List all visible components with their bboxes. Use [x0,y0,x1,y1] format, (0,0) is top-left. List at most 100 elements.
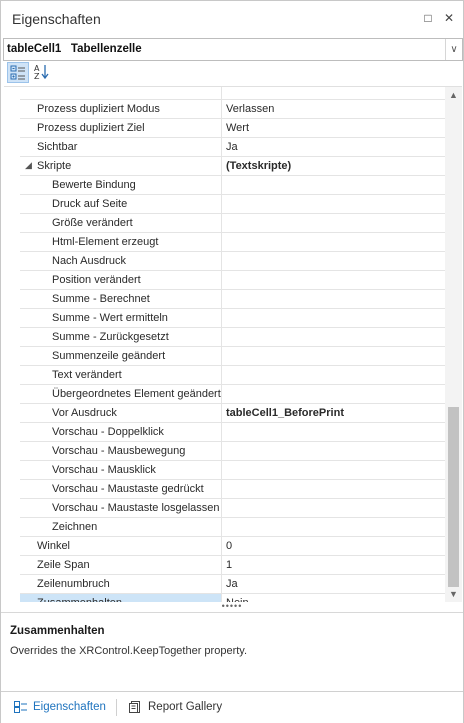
property-name[interactable]: Sichtbar [20,138,222,157]
property-value[interactable]: (Textskripte) [223,157,445,176]
property-name[interactable]: Zeichnen [20,518,222,537]
table-row[interactable]: Zeichnen [4,518,445,537]
description-text: Overrides the XRControl.KeepTogether pro… [10,645,248,657]
vertical-scrollbar[interactable]: ▲ ▼ [445,87,462,602]
scroll-down-icon[interactable]: ▼ [445,586,462,602]
table-row[interactable]: Zeile Span 1 [4,556,445,575]
property-name[interactable]: Zeilenumbruch [20,575,222,594]
table-row[interactable]: Bewerte Bindung [4,176,445,195]
property-name[interactable]: Vor Ausdruck [20,404,222,423]
table-row[interactable]: Summe - Wert ermitteln [4,309,445,328]
table-row[interactable]: Übergeordnetes Element geändert [4,385,445,404]
properties-panel: Eigenschaften □ ✕ tableCell1 Tabellenzel… [0,0,464,723]
table-row[interactable]: Html-Element erzeugt [4,233,445,252]
table-row[interactable]: Summe - Zurückgesetzt [4,328,445,347]
property-name[interactable]: Zusammenhalten [20,594,222,602]
property-value[interactable] [223,271,445,290]
table-row[interactable]: Vorschau - Maustaste losgelassen [4,499,445,518]
property-value[interactable] [223,480,445,499]
property-name[interactable]: Summenzeile geändert [20,347,222,366]
property-name[interactable]: Übergeordnetes Element geändert [20,385,222,404]
property-value[interactable] [223,214,445,233]
categorized-icon [10,65,25,80]
table-row[interactable]: Zeilenumbruch Ja [4,575,445,594]
table-row[interactable]: Prozess dupliziert Modus Verlassen [4,100,445,119]
property-name[interactable]: Vorschau - Mausbewegung [20,442,222,461]
property-name[interactable]: Summe - Wert ermitteln [20,309,222,328]
property-value[interactable]: Ja [223,138,445,157]
property-name[interactable]: Vorschau - Maustaste gedrückt [20,480,222,499]
property-value[interactable]: Ja [223,575,445,594]
property-value[interactable]: Wert [223,119,445,138]
property-value[interactable] [223,252,445,271]
scroll-up-icon[interactable]: ▲ [445,87,462,103]
property-value[interactable]: 1 [223,556,445,575]
property-name[interactable]: Summe - Zurückgesetzt [20,328,222,347]
maximize-icon[interactable]: □ [421,11,435,25]
property-value[interactable]: 0 [223,537,445,556]
property-name[interactable]: Bewerte Bindung [20,176,222,195]
table-row[interactable]: Vorschau - Doppelklick [4,423,445,442]
property-name[interactable]: Prozess dupliziert Modus [20,100,222,119]
table-row[interactable]: Sichtbar Ja [4,138,445,157]
table-row[interactable]: Winkel 0 [4,537,445,556]
property-value[interactable] [223,366,445,385]
alphabetical-sort-button[interactable]: A Z [31,62,53,83]
property-name[interactable]: Druck auf Seite [20,195,222,214]
property-name[interactable]: Prozess dupliziert Ziel [20,119,222,138]
sort-az-icon: A Z [34,64,49,81]
property-value[interactable] [223,499,445,518]
table-row[interactable]: Vorschau - Mausklick [4,461,445,480]
table-row[interactable]: Druck auf Seite [4,195,445,214]
property-name[interactable]: Vorschau - Doppelklick [20,423,222,442]
description-splitter[interactable]: ••••• [1,602,463,612]
property-name[interactable]: Position verändert [20,271,222,290]
property-name[interactable]: Zeile Span [20,556,222,575]
svg-text:Z: Z [34,72,40,81]
property-name[interactable]: Größe verändert [20,214,222,233]
property-name[interactable]: Skripte [20,157,222,176]
table-row[interactable]: Vorschau - Maustaste gedrückt [4,480,445,499]
table-row[interactable]: Größe verändert [4,214,445,233]
table-row[interactable]: Text verändert [4,366,445,385]
property-value[interactable]: Nein [223,594,445,602]
property-value[interactable] [223,309,445,328]
property-value[interactable] [223,461,445,480]
collapse-icon[interactable]: ◢ [25,160,32,171]
property-name[interactable]: Nach Ausdruck [20,252,222,271]
property-value[interactable] [223,423,445,442]
panel-title: Eigenschaften [12,11,101,27]
property-name[interactable]: Winkel [20,537,222,556]
table-row[interactable]: Prozess dupliziert Ziel Wert [4,119,445,138]
property-name[interactable]: Vorschau - Mausklick [20,461,222,480]
property-name[interactable]: Text verändert [20,366,222,385]
property-value[interactable] [223,328,445,347]
object-selector-dropdown[interactable]: tableCell1 Tabellenzelle ∨ [3,38,463,61]
table-row[interactable]: Summe - Berechnet [4,290,445,309]
property-name[interactable]: Vorschau - Maustaste losgelassen [20,499,222,518]
scrollbar-thumb[interactable] [448,407,459,587]
property-value[interactable]: tableCell1_BeforePrint [223,404,445,423]
property-name[interactable]: Html-Element erzeugt [20,233,222,252]
table-row[interactable]: ◢ Skripte (Textskripte) [4,157,445,176]
chevron-down-icon[interactable]: ∨ [445,39,462,60]
property-value[interactable] [223,347,445,366]
property-value[interactable] [223,290,445,309]
property-value[interactable] [223,195,445,214]
property-value[interactable] [223,518,445,537]
description-title: Zusammenhalten [10,625,105,637]
table-row[interactable]: Vor Ausdruck tableCell1_BeforePrint [4,404,445,423]
bottom-tab-bar: Eigenschaften Report Gallery [1,691,463,723]
table-row[interactable]: Position verändert [4,271,445,290]
table-row[interactable]: Nach Ausdruck [4,252,445,271]
close-icon[interactable]: ✕ [442,11,456,25]
table-row[interactable]: Summenzeile geändert [4,347,445,366]
property-value[interactable] [223,385,445,404]
property-value[interactable]: Verlassen [223,100,445,119]
categorized-view-button[interactable] [7,62,29,83]
property-value[interactable] [223,176,445,195]
property-value[interactable] [223,442,445,461]
property-name[interactable]: Summe - Berechnet [20,290,222,309]
table-row[interactable]: Vorschau - Mausbewegung [4,442,445,461]
property-value[interactable] [223,233,445,252]
